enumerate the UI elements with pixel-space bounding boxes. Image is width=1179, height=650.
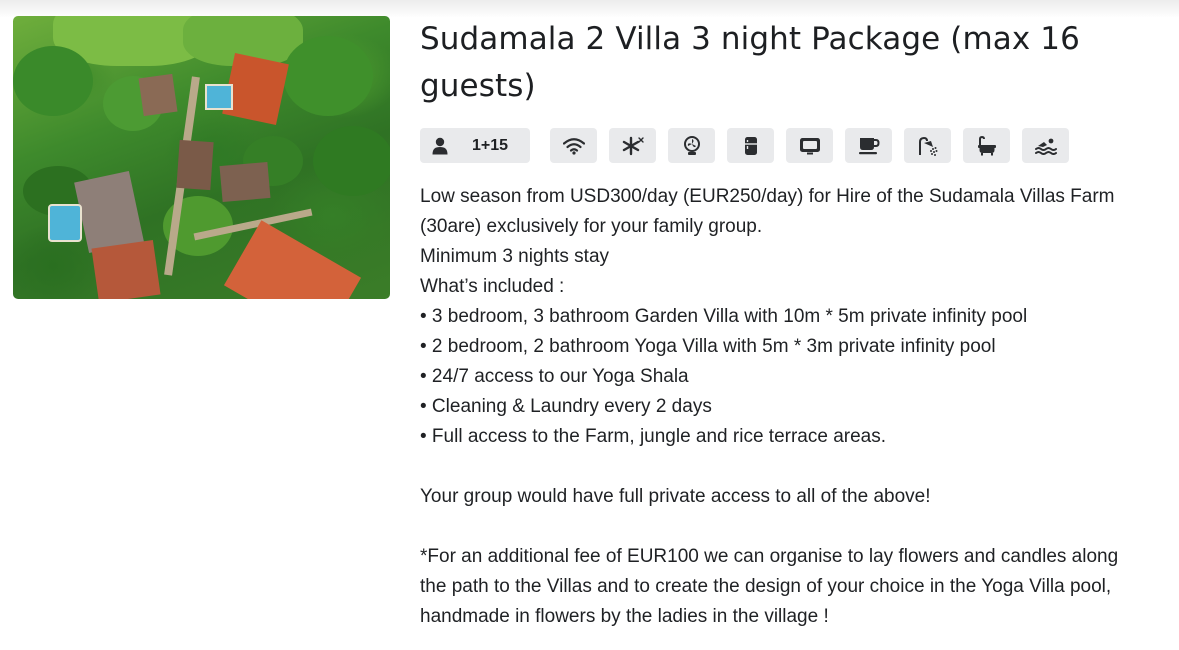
included-item: • 2 bedroom, 2 bathroom Yoga Villa with … bbox=[420, 336, 996, 357]
tv-icon bbox=[799, 137, 821, 155]
listing-card: Sudamala 2 Villa 3 night Package (max 16… bbox=[0, 0, 1179, 650]
shower-icon bbox=[918, 136, 938, 156]
bathtub-chip[interactable] bbox=[963, 128, 1010, 163]
included-item: • 24/7 access to our Yoga Shala bbox=[420, 366, 689, 387]
included-item: • 3 bedroom, 3 bathroom Garden Villa wit… bbox=[420, 306, 1028, 327]
guest-capacity-chip[interactable]: 1+15 bbox=[420, 128, 530, 163]
additional-fee-note: the path to the Villas and to create the… bbox=[420, 576, 1112, 597]
shower-chip[interactable] bbox=[904, 128, 951, 163]
fan-icon bbox=[683, 135, 701, 156]
fridge-icon bbox=[744, 136, 758, 156]
swimming-pool-icon bbox=[1034, 137, 1057, 155]
amenities-row: 1+15 bbox=[420, 128, 1165, 163]
wifi-icon bbox=[562, 137, 585, 155]
wifi-chip[interactable] bbox=[550, 128, 597, 163]
air-conditioning-icon bbox=[622, 136, 644, 156]
coffee-icon bbox=[858, 137, 880, 155]
additional-fee-note: *For an additional fee of EUR100 we can … bbox=[420, 546, 1119, 567]
person-icon bbox=[432, 137, 448, 155]
included-item: • Cleaning & Laundry every 2 days bbox=[420, 396, 712, 417]
coffee-chip[interactable] bbox=[845, 128, 892, 163]
minimum-stay-text: Minimum 3 nights stay bbox=[420, 246, 610, 267]
swimming-pool-chip[interactable] bbox=[1022, 128, 1069, 163]
tv-chip[interactable] bbox=[786, 128, 833, 163]
included-item: • Full access to the Farm, jungle and ri… bbox=[420, 426, 887, 447]
bathtub-icon bbox=[977, 135, 997, 156]
fan-chip[interactable] bbox=[668, 128, 715, 163]
listing-description: Low season from USD300/day (EUR250/day) … bbox=[420, 182, 1165, 632]
private-access-text: Your group would have full private acces… bbox=[420, 486, 931, 507]
listing-details: Sudamala 2 Villa 3 night Package (max 16… bbox=[420, 16, 1165, 632]
description-line: (30are) exclusively for your family grou… bbox=[420, 216, 763, 237]
included-heading: What’s included : bbox=[420, 276, 565, 297]
fridge-chip[interactable] bbox=[727, 128, 774, 163]
description-line: Low season from USD300/day (EUR250/day) … bbox=[420, 186, 1115, 207]
additional-fee-note: handmade in flowers by the ladies in the… bbox=[420, 606, 829, 627]
guest-count: 1+15 bbox=[472, 136, 509, 154]
villa-aerial-photo[interactable] bbox=[13, 16, 390, 299]
air-conditioning-chip[interactable] bbox=[609, 128, 656, 163]
listing-title: Sudamala 2 Villa 3 night Package (max 16… bbox=[420, 21, 1080, 104]
